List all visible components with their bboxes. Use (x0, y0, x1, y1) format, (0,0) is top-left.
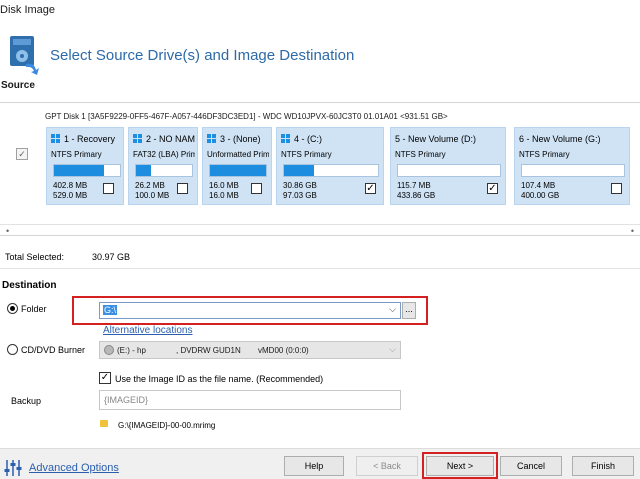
partition-fs: NTFS Primary (395, 150, 446, 159)
backup-name-input[interactable]: {IMAGEID} (99, 390, 401, 410)
partition-total: 100.0 MB (135, 191, 170, 200)
horizontal-scrollbar[interactable]: • • (0, 224, 640, 236)
cd-drive-letter: (E:) - hp (117, 346, 146, 355)
chevron-down-icon: ⌵ (389, 344, 396, 354)
folder-radio[interactable] (7, 303, 18, 314)
alternative-locations-link[interactable]: Alternative locations (103, 325, 193, 336)
cd-dvd-combobox[interactable]: (E:) - hp , DVDRW GUD1N vMD00 (0:0:0) ⌵ (99, 341, 401, 359)
usage-fill (136, 165, 151, 176)
divider (0, 268, 640, 269)
advanced-options-link[interactable]: Advanced Options (29, 462, 119, 474)
use-imageid-label: Use the Image ID as the file name. (Reco… (115, 374, 324, 384)
windows-logo-icon (281, 134, 291, 144)
cd-drive-icon (104, 345, 114, 355)
finish-button[interactable]: Finish (572, 456, 634, 476)
source-heading: Source (1, 80, 35, 91)
partition-used: 402.8 MB (53, 181, 88, 190)
partition-checkbox[interactable]: ✓ (487, 183, 498, 194)
use-imageid-checkbox[interactable]: ✓ (99, 372, 111, 384)
cd-dvd-radio[interactable] (7, 344, 18, 355)
partition-3[interactable]: 3 - (None) Unformatted Primary 16.0 MB 1… (202, 127, 272, 205)
partition-fs: FAT32 (LBA) Primary (133, 150, 195, 159)
partition-fs: NTFS Primary (519, 150, 570, 159)
partition-title: 4 - (C:) (294, 134, 322, 144)
partition-5[interactable]: 5 - New Volume (D:) NTFS Primary 115.7 M… (390, 127, 506, 205)
cd-drive-model: , DVDRW GUD1N (176, 346, 241, 355)
partition-fs: NTFS Primary (51, 150, 102, 159)
destination-heading: Destination (2, 280, 57, 291)
help-button[interactable]: Help (284, 456, 344, 476)
back-button[interactable]: < Back (356, 456, 418, 476)
folder-icon (100, 420, 108, 427)
sliders-icon[interactable] (3, 459, 23, 477)
disk-checkbox[interactable]: ✓ (16, 148, 28, 160)
total-selected-label: Total Selected: (5, 252, 65, 262)
partition-total: 16.0 MB (209, 191, 239, 200)
backup-label: Backup (11, 396, 42, 406)
partition-checkbox[interactable] (611, 183, 622, 194)
page-title: Select Source Drive(s) and Image Destina… (50, 47, 355, 64)
partition-title: 6 - New Volume (G:) (519, 134, 601, 144)
path-preview: G:\{IMAGEID}-00-00.mrimg (118, 421, 216, 430)
partition-usage-bar (53, 164, 121, 177)
folder-radio-label: Folder (21, 304, 47, 314)
windows-logo-icon (207, 134, 217, 144)
next-button[interactable]: Next > (426, 456, 494, 476)
partition-fs: NTFS Primary (281, 150, 332, 159)
backup-placeholder: {IMAGEID} (104, 395, 149, 405)
partition-total: 433.86 GB (397, 191, 436, 200)
partition-usage-bar (521, 164, 625, 177)
scroll-right-arrow[interactable]: • (631, 226, 634, 236)
cd-dvd-radio-label: CD/DVD Burner (21, 345, 86, 355)
partition-total: 400.00 GB (521, 191, 560, 200)
partition-checkbox[interactable]: ✓ (365, 183, 376, 194)
browse-button[interactable]: ... (402, 302, 416, 319)
partition-total: 529.0 MB (53, 191, 88, 200)
partition-4[interactable]: 4 - (C:) NTFS Primary 30.86 GB 97.03 GB … (276, 127, 384, 205)
windows-logo-icon (133, 134, 143, 144)
partition-title: 3 - (None) (220, 134, 261, 144)
partition-2[interactable]: 2 - NO NAME FAT32 (LBA) Primary 26.2 MB … (128, 127, 198, 205)
partition-fs: Unformatted Primary (207, 150, 269, 159)
partition-checkbox[interactable] (177, 183, 188, 194)
partition-used: 16.0 MB (209, 181, 239, 190)
folder-value: G:\ (103, 305, 118, 315)
partition-checkbox[interactable] (251, 183, 262, 194)
partition-title: 1 - Recovery (64, 134, 116, 144)
usage-fill (210, 165, 266, 176)
partition-usage-bar (283, 164, 379, 177)
partition-used: 26.2 MB (135, 181, 165, 190)
usage-fill (284, 165, 315, 176)
folder-combobox[interactable]: G:\ ⌵ (99, 302, 401, 319)
partition-used: 30.86 GB (283, 181, 317, 190)
cancel-button[interactable]: Cancel (500, 456, 562, 476)
chevron-down-icon[interactable]: ⌵ (389, 304, 396, 315)
partition-checkbox[interactable] (103, 183, 114, 194)
partition-used: 107.4 MB (521, 181, 556, 190)
partition-usage-bar (135, 164, 193, 177)
partition-usage-bar (397, 164, 501, 177)
partition-used: 115.7 MB (397, 181, 431, 190)
usage-fill (54, 165, 105, 176)
partition-6[interactable]: 6 - New Volume (G:) NTFS Primary 107.4 M… (514, 127, 630, 205)
windows-logo-icon (51, 134, 61, 144)
total-selected-value: 30.97 GB (92, 252, 131, 262)
cd-drive-device: vMD00 (0:0:0) (258, 346, 309, 355)
disk-image-icon (10, 36, 39, 75)
partition-total: 97.03 GB (283, 191, 317, 200)
partition-title: 5 - New Volume (D:) (395, 134, 477, 144)
disk-description: GPT Disk 1 [3A5F9229-0FF5-467F-A057-446D… (45, 112, 448, 121)
window-title: Disk Image (0, 4, 56, 16)
partition-1[interactable]: 1 - Recovery NTFS Primary 402.8 MB 529.0… (46, 127, 124, 205)
scroll-left-arrow[interactable]: • (6, 226, 9, 236)
partition-title: 2 - NO NAME (146, 134, 195, 144)
partition-usage-bar (209, 164, 267, 177)
